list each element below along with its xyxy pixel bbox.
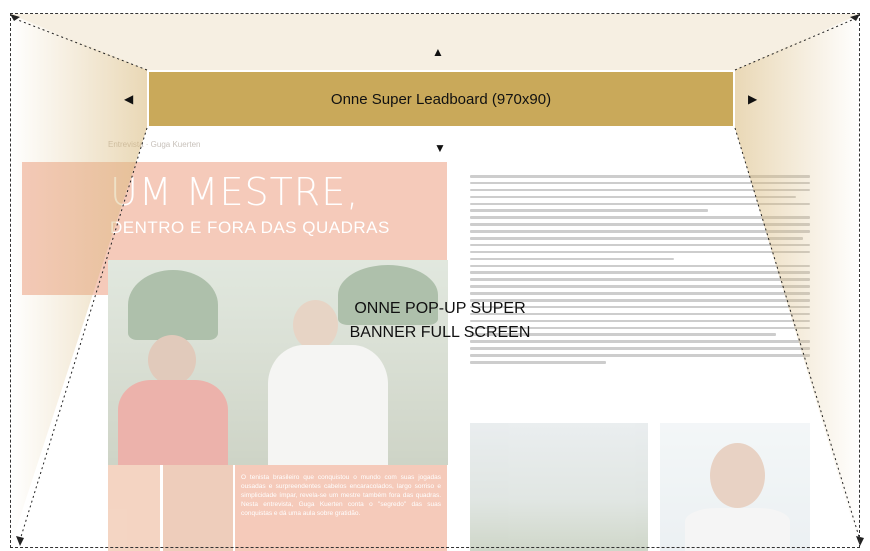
- popup-label-line-2: BANNER FULL SCREEN: [349, 324, 531, 341]
- arrow-down-icon: ▼: [434, 141, 446, 155]
- leaderboard-banner[interactable]: Onne Super Leadboard (970x90): [147, 70, 735, 128]
- arrow-right-icon: ▶: [748, 92, 758, 106]
- arrow-left-icon: ◀: [124, 92, 134, 106]
- leaderboard-label: Onne Super Leadboard (970x90): [330, 90, 552, 108]
- popup-banner-label: ONNE POP-UP SUPER BANNER FULL SCREEN: [300, 297, 580, 345]
- popup-label-line-1: ONNE POP-UP SUPER: [354, 300, 526, 317]
- ad-placement-preview: Entrevista · Guga Kuerten UM MESTRE, DEN…: [0, 0, 870, 551]
- arrow-up-icon: ▲: [432, 45, 444, 59]
